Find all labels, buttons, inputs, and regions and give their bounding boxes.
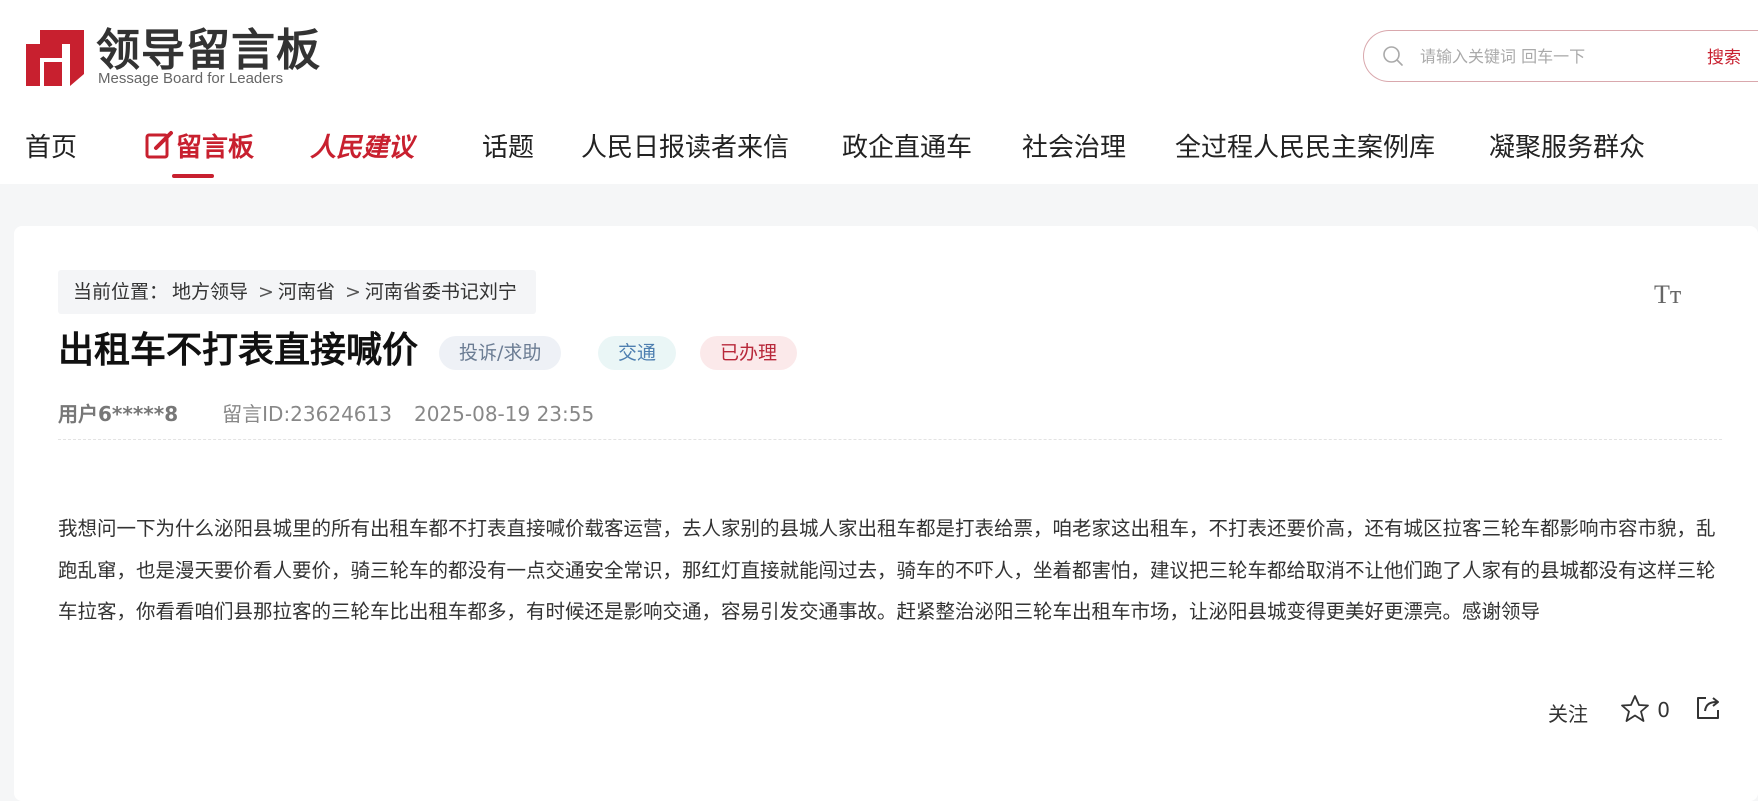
top-header: 领导留言板 Message Board for Leaders 搜索 首页 留言… — [0, 0, 1758, 184]
search-box: 搜索 — [1363, 30, 1758, 82]
message-title: 出租车不打表直接喊价 — [58, 330, 419, 371]
edit-icon — [145, 131, 173, 159]
nav-peoples-daily-letters[interactable]: 人民日报读者来信 — [581, 127, 789, 164]
site-logo[interactable]: 领导留言板 Message Board for Leaders — [26, 26, 326, 88]
nav-democracy-cases[interactable]: 全过程人民民主案例库 — [1175, 127, 1435, 164]
nav-social-governance[interactable]: 社会治理 — [1022, 127, 1126, 164]
search-icon — [1383, 46, 1403, 66]
search-button[interactable]: 搜索 — [1707, 43, 1741, 68]
breadcrumb-separator: > — [344, 281, 361, 303]
message-card: 当前位置： 地方领导 > 河南省 > 河南省委书记刘宁 Tт 出租车不打表直接喊价 投诉/… — [14, 226, 1758, 801]
breadcrumb-item[interactable]: 河南省委书记刘宁 — [365, 281, 517, 303]
breadcrumb-prefix: 当前位置： — [73, 281, 169, 303]
favorite-count: 0 — [1657, 698, 1670, 722]
nav-serve-masses[interactable]: 凝聚服务群众 — [1489, 127, 1645, 164]
breadcrumb-item[interactable]: 河南省 — [278, 281, 335, 303]
nav-people-suggestion[interactable]: 人民建议 — [310, 127, 414, 164]
status-badge: 已办理 — [700, 336, 798, 370]
star-icon[interactable] — [1620, 694, 1650, 724]
divider — [58, 439, 1722, 440]
nav-home[interactable]: 首页 — [25, 127, 77, 164]
message-body: 我想问一下为什么泌阳县城里的所有出租车都不打表直接喊价载客运营，去人家别的县城人… — [58, 517, 1716, 623]
font-size-icon: Tт — [1654, 280, 1682, 309]
font-size-toggle-button[interactable]: Tт — [1654, 280, 1688, 309]
logo-title: 领导留言板 — [96, 25, 321, 76]
breadcrumb-item[interactable]: 地方领导 — [172, 281, 248, 303]
follow-button[interactable]: 关注 — [1548, 698, 1588, 727]
message-datetime: 2025-08-19 23:55 — [413, 402, 595, 426]
nav-active-indicator — [172, 174, 214, 178]
message-actions: 关注 0 — [1502, 694, 1722, 730]
nav-message-board-label: 留言板 — [176, 133, 255, 163]
breadcrumb-separator: > — [258, 281, 274, 303]
nav-topics[interactable]: 话题 — [482, 127, 534, 164]
nav-message-board[interactable]: 留言板 — [144, 127, 254, 164]
logo-mark-icon — [26, 30, 84, 86]
logo-subtitle: Message Board for Leaders — [98, 70, 284, 87]
breadcrumb: 当前位置： 地方领导 > 河南省 > 河南省委书记刘宁 — [58, 270, 536, 314]
tag-domain: 交通 — [598, 336, 677, 370]
message-meta: 用户6*****8 留言ID:23624613 2025-08-19 23:55 — [58, 398, 594, 427]
message-id: 留言ID:23624613 — [222, 402, 392, 426]
author-name: 用户6*****8 — [58, 402, 179, 426]
tag-type: 投诉/求助 — [439, 336, 562, 370]
search-input[interactable] — [1420, 41, 1680, 71]
main-nav: 首页 留言板 人民建议 话题 人民日报读者来信 政企直通车 社会治理 全过程人民… — [0, 118, 1758, 184]
share-icon[interactable] — [1694, 694, 1722, 722]
nav-business-direct[interactable]: 政企直通车 — [842, 127, 972, 164]
